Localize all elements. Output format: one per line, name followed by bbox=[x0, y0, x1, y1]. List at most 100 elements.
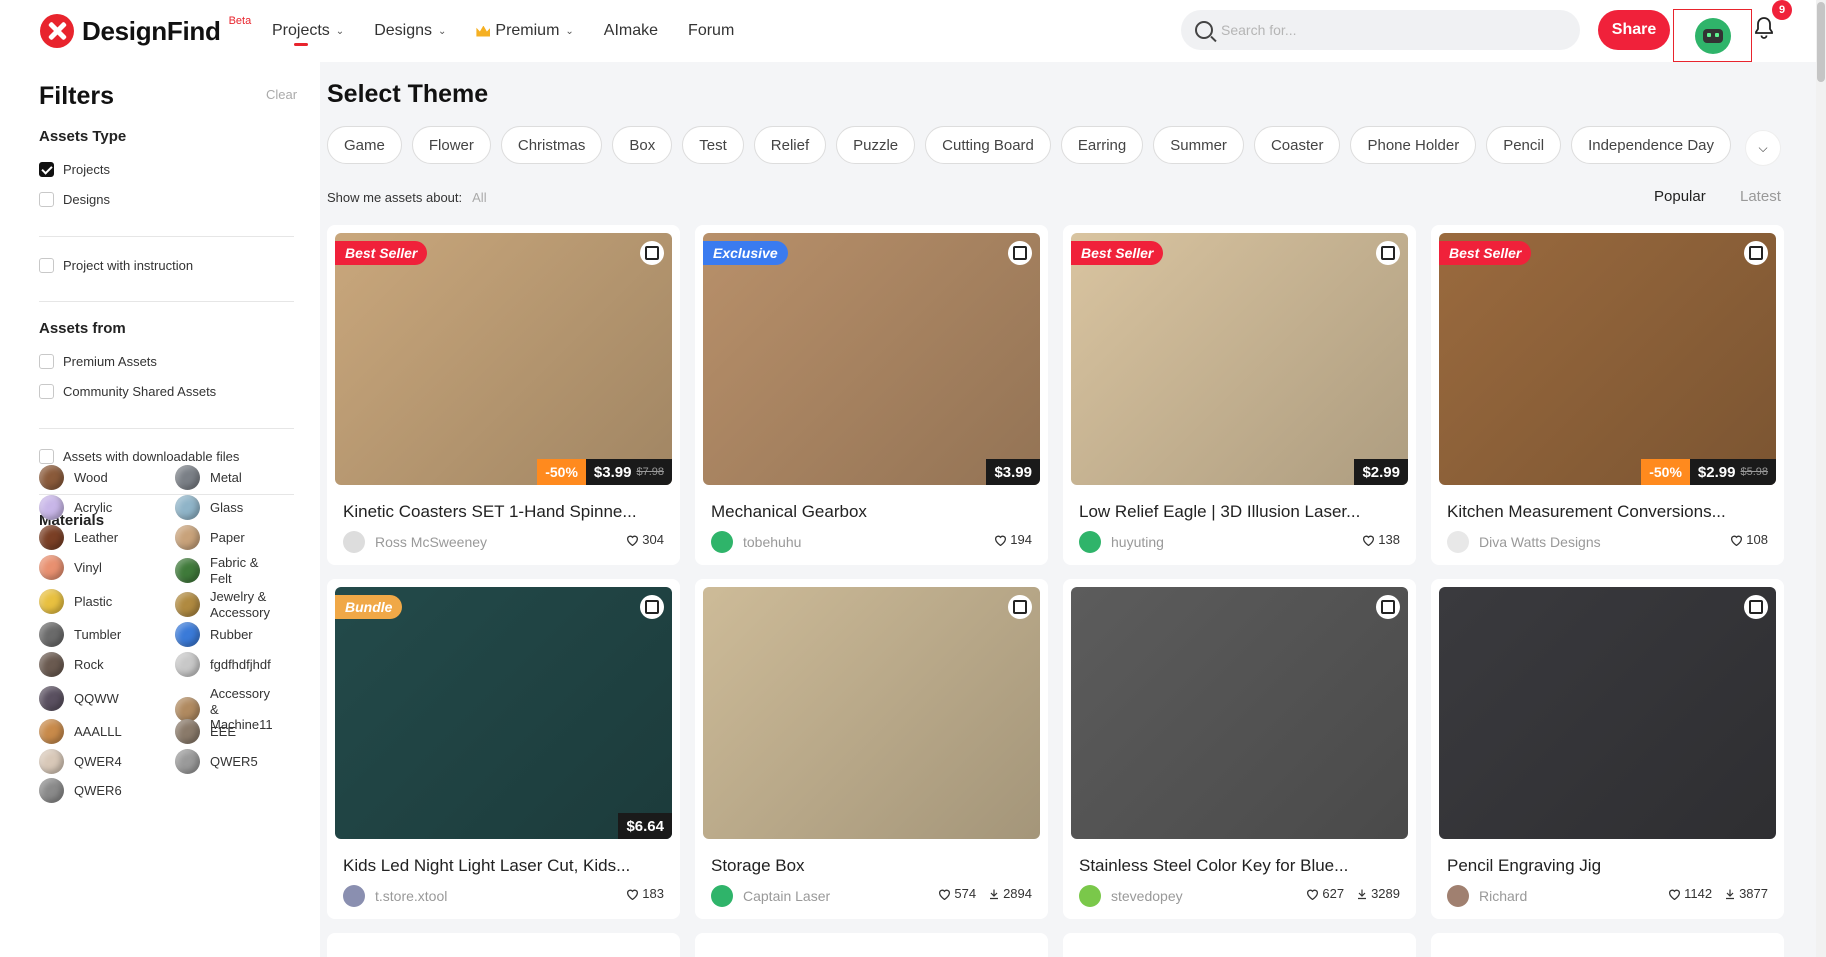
asset-thumbnail[interactable]: Bundle $6.64 bbox=[335, 587, 672, 839]
asset-title[interactable]: Stainless Steel Color Key for Blue... bbox=[1079, 856, 1399, 876]
filter-downloadable[interactable]: Assets with downloadable files bbox=[39, 449, 239, 464]
material-fabric-felt[interactable]: Fabric & Felt bbox=[175, 555, 280, 586]
material-qwer5[interactable]: QWER5 bbox=[175, 749, 258, 774]
theme-chip-flower[interactable]: Flower bbox=[411, 126, 491, 164]
logo[interactable]: DesignFind Beta bbox=[40, 14, 251, 48]
search-bar[interactable] bbox=[1181, 10, 1580, 50]
theme-chip-summer[interactable]: Summer bbox=[1153, 126, 1244, 164]
bell-icon[interactable] bbox=[1752, 16, 1776, 40]
material-jewelry-accessory[interactable]: Jewelry & Accessory bbox=[175, 589, 280, 620]
theme-chip-game[interactable]: Game bbox=[327, 126, 402, 164]
projects-checkbox[interactable] bbox=[39, 162, 54, 177]
asset-title[interactable]: Mechanical Gearbox bbox=[711, 502, 1031, 522]
asset-title[interactable]: Kinetic Coasters SET 1-Hand Spinne... bbox=[343, 502, 663, 522]
material-leather[interactable]: Leather bbox=[39, 525, 118, 550]
material-acrylic[interactable]: Acrylic bbox=[39, 495, 112, 520]
expand-themes-button[interactable]: ⌵ bbox=[1745, 130, 1781, 166]
heart-icon[interactable] bbox=[626, 534, 639, 546]
asset-title[interactable]: Kids Led Night Light Laser Cut, Kids... bbox=[343, 856, 663, 876]
asset-card[interactable] bbox=[327, 933, 680, 957]
asset-card[interactable]: Best Seller $2.99 Low Relief Eagle | 3D Il… bbox=[1063, 225, 1416, 565]
scrollbar-thumb[interactable] bbox=[1817, 2, 1825, 82]
asset-author[interactable]: Richard bbox=[1447, 885, 1527, 907]
asset-card[interactable]: Stainless Steel Color Key for Blue... ste… bbox=[1063, 579, 1416, 919]
share-button[interactable]: Share bbox=[1598, 10, 1670, 50]
material-wood[interactable]: Wood bbox=[39, 465, 108, 490]
material-vinyl[interactable]: Vinyl bbox=[39, 555, 102, 580]
material-metal[interactable]: Metal bbox=[175, 465, 242, 490]
asset-thumbnail[interactable]: Best Seller -50% $2.99 $5.98 bbox=[1439, 233, 1776, 485]
material-rubber[interactable]: Rubber bbox=[175, 622, 253, 647]
asset-author[interactable]: Ross McSweeney bbox=[343, 531, 487, 553]
material-rock[interactable]: Rock bbox=[39, 652, 104, 677]
filter-designs[interactable]: Designs bbox=[39, 192, 110, 207]
theme-chip-relief[interactable]: Relief bbox=[753, 126, 827, 164]
material-aaalll[interactable]: AAALLL bbox=[39, 719, 122, 744]
material-plastic[interactable]: Plastic bbox=[39, 589, 112, 614]
asset-card[interactable]: Storage Box Captain Laser 574 2894 bbox=[695, 579, 1048, 919]
heart-icon[interactable] bbox=[1730, 534, 1743, 546]
asset-card[interactable]: Bundle $6.64 Kids Led Night Light Laser Cu… bbox=[327, 579, 680, 919]
asset-card[interactable]: Best Seller -50% $3.99 $7.98 Kinetic Coaster… bbox=[327, 225, 680, 565]
filter-premium-assets[interactable]: Premium Assets bbox=[39, 354, 157, 369]
material-glass[interactable]: Glass bbox=[175, 495, 243, 520]
asset-card[interactable] bbox=[695, 933, 1048, 957]
asset-thumbnail[interactable] bbox=[703, 587, 1040, 839]
asset-author[interactable]: huyuting bbox=[1079, 531, 1164, 553]
search-input[interactable] bbox=[1221, 22, 1541, 38]
asset-author[interactable]: t.store.xtool bbox=[343, 885, 447, 907]
asset-author[interactable]: Captain Laser bbox=[711, 885, 830, 907]
material-fgdfhdfjhdf[interactable]: fgdfhdfjhdf bbox=[175, 652, 271, 677]
asset-thumbnail[interactable]: Best Seller $2.99 bbox=[1071, 233, 1408, 485]
theme-chip-test[interactable]: Test bbox=[682, 126, 744, 164]
user-avatar-button[interactable] bbox=[1673, 9, 1752, 62]
theme-chip-christmas[interactable]: Christmas bbox=[500, 126, 603, 164]
premium-assets-checkbox[interactable] bbox=[39, 354, 54, 369]
nav-forum[interactable]: Forum bbox=[688, 0, 734, 62]
nav-projects[interactable]: Projects ⌄ bbox=[272, 0, 344, 62]
theme-chip-earring[interactable]: Earring bbox=[1060, 126, 1144, 164]
theme-chip-independence-day[interactable]: Independence Day bbox=[1571, 126, 1731, 164]
nav-designs[interactable]: Designs ⌄ bbox=[374, 0, 446, 62]
material-qwer4[interactable]: QWER4 bbox=[39, 749, 122, 774]
filter-instruction[interactable]: Project with instruction bbox=[39, 258, 193, 273]
theme-chip-cutting-board[interactable]: Cutting Board bbox=[925, 126, 1051, 164]
nav-aimake[interactable]: AImake bbox=[604, 0, 658, 62]
heart-icon[interactable] bbox=[1362, 534, 1375, 546]
material-tumbler[interactable]: Tumbler bbox=[39, 622, 121, 647]
asset-thumbnail[interactable]: Best Seller -50% $3.99 $7.98 bbox=[335, 233, 672, 485]
theme-chip-coaster[interactable]: Coaster bbox=[1253, 126, 1341, 164]
downloadable-checkbox[interactable] bbox=[39, 449, 54, 464]
asset-author[interactable]: tobehuhu bbox=[711, 531, 801, 553]
material-qqww[interactable]: QQWW bbox=[39, 686, 119, 711]
designs-checkbox[interactable] bbox=[39, 192, 54, 207]
community-assets-checkbox[interactable] bbox=[39, 384, 54, 399]
asset-title[interactable]: Kitchen Measurement Conversions... bbox=[1447, 502, 1767, 522]
asset-author[interactable]: stevedopey bbox=[1079, 885, 1183, 907]
asset-card[interactable] bbox=[1431, 933, 1784, 957]
heart-icon[interactable] bbox=[994, 534, 1007, 546]
filter-community-assets[interactable]: Community Shared Assets bbox=[39, 384, 216, 399]
asset-title[interactable]: Pencil Engraving Jig bbox=[1447, 856, 1767, 876]
theme-chip-box[interactable]: Box bbox=[612, 126, 673, 164]
nav-premium[interactable]: Premium ⌄ bbox=[476, 0, 574, 62]
asset-card[interactable]: Pencil Engraving Jig Richard 1142 3877 bbox=[1431, 579, 1784, 919]
instruction-checkbox[interactable] bbox=[39, 258, 54, 273]
sort-popular[interactable]: Popular bbox=[1654, 188, 1706, 205]
asset-author[interactable]: Diva Watts Designs bbox=[1447, 531, 1601, 553]
material-qwer6[interactable]: QWER6 bbox=[39, 778, 122, 803]
material-eee[interactable]: EEE bbox=[175, 719, 236, 744]
asset-card[interactable]: Exclusive $3.99 Mechanical Gearbox tobehuhu… bbox=[695, 225, 1048, 565]
page-scrollbar[interactable] bbox=[1816, 0, 1826, 957]
heart-icon[interactable] bbox=[938, 888, 951, 900]
filter-projects[interactable]: Projects bbox=[39, 162, 110, 177]
asset-card[interactable] bbox=[1063, 933, 1416, 957]
asset-card[interactable]: Best Seller -50% $2.99 $5.98 Kitchen Measure… bbox=[1431, 225, 1784, 565]
asset-thumbnail[interactable] bbox=[1439, 587, 1776, 839]
theme-chip-puzzle[interactable]: Puzzle bbox=[836, 126, 916, 164]
clear-filters-link[interactable]: Clear bbox=[266, 87, 297, 102]
material-paper[interactable]: Paper bbox=[175, 525, 245, 550]
heart-icon[interactable] bbox=[1306, 888, 1319, 900]
asset-title[interactable]: Low Relief Eagle | 3D Illusion Laser... bbox=[1079, 502, 1399, 522]
heart-icon[interactable] bbox=[1668, 888, 1681, 900]
